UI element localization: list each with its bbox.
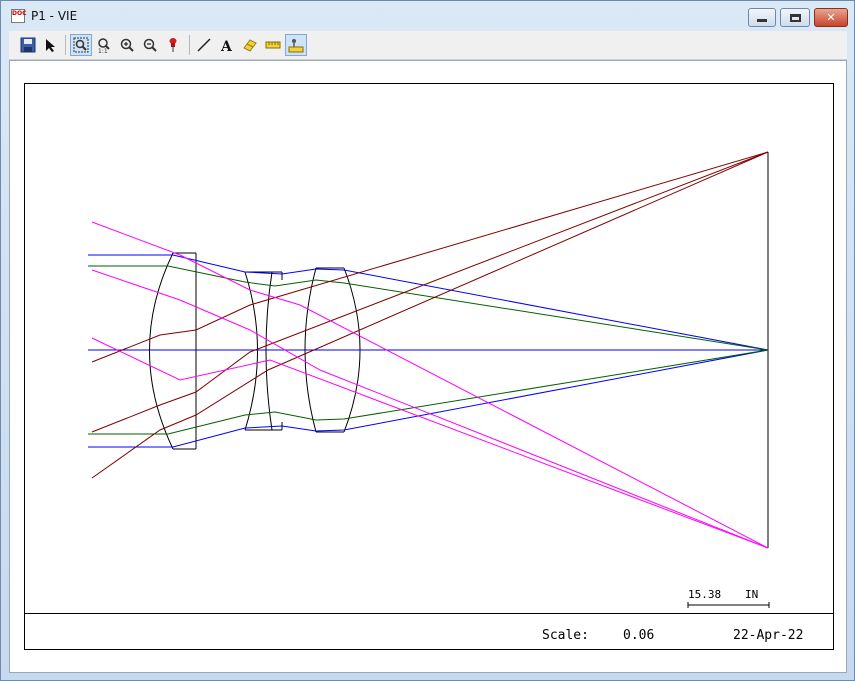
lens-element-1 (149, 252, 197, 450)
chief-ray-bundle (91, 151, 769, 479)
scale-bar-unit: IN (745, 588, 759, 601)
lens-element-2 (244, 271, 283, 431)
axial-ray-lower (88, 349, 769, 448)
scale-bar (687, 602, 770, 608)
chief-ray-3 (91, 151, 769, 479)
scale-label: Scale: (542, 628, 589, 643)
footer-divider (24, 613, 834, 614)
axial-ray-upper (88, 254, 769, 351)
lens-layout-drawing (88, 151, 770, 608)
field-ray-2 (91, 269, 769, 549)
mid-field-ray-upper (88, 265, 769, 351)
chief-ray-2 (91, 151, 769, 433)
scale-value: 0.06 (623, 628, 655, 643)
mid-field-ray-lower (88, 349, 769, 435)
plot-date: 22-Apr-22 (733, 628, 804, 643)
scale-bar-value: 15.38 (688, 588, 722, 601)
lens-1-front-surface (149, 252, 174, 450)
